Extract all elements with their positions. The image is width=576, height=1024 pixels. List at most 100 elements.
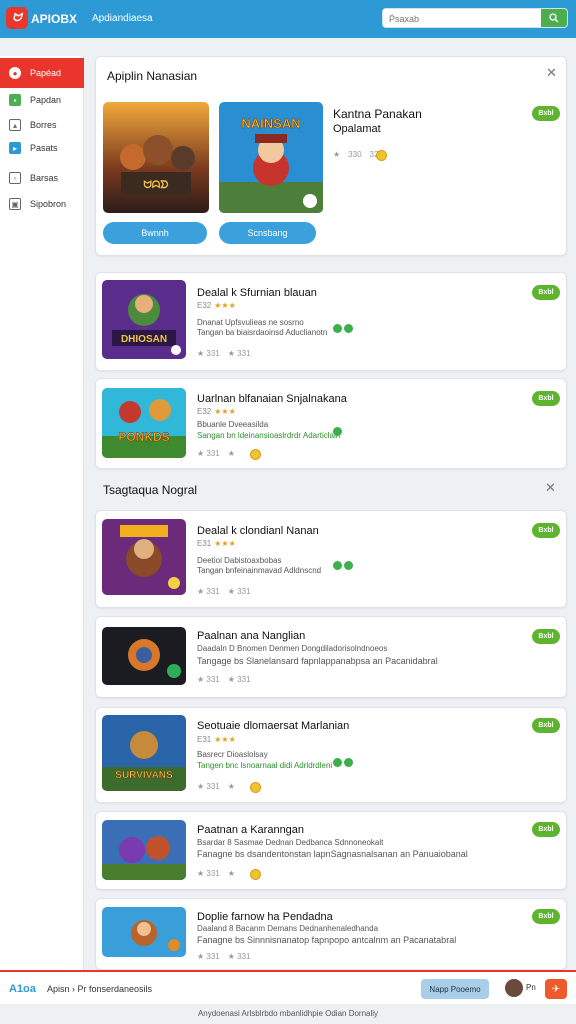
trend-icon: ▪ — [9, 94, 21, 106]
search-input[interactable] — [389, 12, 539, 25]
search-box — [382, 8, 568, 28]
share-icon: ▸ — [9, 142, 21, 154]
search-icon — [549, 13, 559, 23]
status-badge: Bxbl — [532, 822, 560, 837]
download-button[interactable]: Scnsbang — [219, 222, 316, 244]
sidebar-item-label: Papdan — [30, 95, 62, 105]
app-logo[interactable]: ᗢ — [6, 7, 28, 29]
game-stats: ★ 331 ★ — [197, 869, 235, 878]
sidebar-item-label: Sipobron — [30, 199, 67, 209]
platform-icons — [333, 758, 353, 767]
avatar[interactable] — [505, 979, 523, 997]
sidebar-item-box[interactable]: ▫ Barsas — [0, 166, 84, 190]
game-card[interactable]: SURVIVANS Seotuaie dlomaersat Marlanian … — [95, 707, 567, 803]
game-meta: Deetioi Dabistoaxbobas — [197, 556, 282, 565]
game-thumbnail[interactable] — [102, 627, 186, 685]
status-badge: Bxbl — [532, 523, 560, 538]
box-icon: ▫ — [9, 172, 21, 184]
status-badge: Bxbl — [532, 285, 560, 300]
game-meta: Basrecr Dioaslolsay — [197, 750, 268, 759]
close-icon[interactable]: ✕ — [545, 480, 556, 496]
view-icon: ★ — [227, 869, 235, 878]
top-navigation-bar: ᗢ APIOBX Apdiandiaesa — [0, 0, 576, 38]
game-title[interactable]: Dealal k Sfurnian blauan — [197, 287, 317, 299]
game-card[interactable]: PONKDS Uarlnan blfanaian Snjalnakana E32… — [95, 378, 567, 469]
game-title[interactable]: Kantna Panakan — [333, 107, 422, 121]
game-card[interactable]: Paatnan a Karanngan Bsardar 8 Sasmae Ded… — [95, 811, 567, 890]
game-thumbnail[interactable] — [102, 519, 186, 595]
game-thumbnail[interactable]: NAINSAN — [219, 102, 323, 213]
chart-icon: ▴ — [9, 119, 21, 131]
sidebar-item-trending[interactable]: ▪ Papdan — [0, 88, 84, 112]
game-title[interactable]: Seotuaie dlomaersat Marlanian — [197, 720, 349, 732]
thumbnail-title: DHIOSAN — [121, 334, 167, 345]
game-thumbnail[interactable] — [102, 907, 186, 957]
sidebar-item-label: Pasats — [30, 143, 58, 153]
status-badge: Bxbl — [532, 106, 560, 121]
featured-title: Apiplin Nanasian — [107, 69, 198, 83]
sidebar-item-share[interactable]: ▸ Pasats — [0, 136, 84, 160]
game-subtitle: Opalamat — [333, 123, 381, 135]
game-description: Fanagne bs Sinnnisnanatop fapnpopo antca… — [197, 935, 457, 945]
brand-name[interactable]: APIOBX — [31, 12, 77, 26]
play-button[interactable]: Bwnnh — [103, 222, 207, 244]
thumbnail-title: NAINSAN — [241, 116, 300, 131]
breadcrumb[interactable]: Apisn › Pr fonserdaneosils — [47, 984, 152, 994]
game-thumbnail[interactable] — [102, 820, 186, 880]
star-icon: ★ 331 — [197, 587, 220, 596]
rating-count: 330 — [348, 150, 362, 159]
game-description: Sangan bn ldeinansioaslrdrdr Adarticlaln — [197, 431, 341, 440]
send-icon[interactable]: ✈ — [545, 979, 567, 999]
game-title[interactable]: Dealal k clondianl Nanan — [197, 525, 319, 537]
game-description: Tangan ba biaisrdaoinsd Aduclianotn — [197, 328, 328, 337]
status-badge: Bxbl — [532, 391, 560, 406]
star-rating: E32 ★★★ — [197, 301, 236, 310]
game-card[interactable]: Paalnan ana Nanglian Daadaln D Bnomen De… — [95, 616, 567, 698]
status-badge: Bxbl — [532, 909, 560, 924]
featured-card: Apiplin Nanasian ✕ ᗢᗣᗤ NAINSAN Kantna Pa… — [95, 56, 567, 256]
star-icon: ★ 331 — [197, 952, 220, 961]
game-title[interactable]: Paalnan ana Nanglian — [197, 630, 305, 642]
view-icon: ★ 331 — [227, 587, 251, 596]
emoji-icon — [250, 449, 261, 460]
star-rating: E31 ★★★ — [197, 735, 236, 744]
star-icon: ★ 331 — [197, 675, 220, 684]
star-icon: ★ 331 — [197, 449, 220, 458]
star-icon: ★ — [333, 150, 341, 159]
game-card[interactable]: DHIOSAN Dealal k Sfurnian blauan E32 ★★★ … — [95, 272, 567, 371]
game-card[interactable]: Dealal k clondianl Nanan E31 ★★★ Deetioi … — [95, 510, 567, 608]
sidebar-item-settings[interactable]: ▣ Sipobron — [0, 192, 84, 216]
game-icon: ● — [9, 67, 21, 79]
game-description: Tangen bnc lsnoarnaal didi Adrldrdleni — [197, 761, 333, 770]
settings-icon: ▣ — [9, 198, 21, 210]
game-card[interactable]: Doplie farnow ha Pendadna Daaland 8 Baca… — [95, 898, 567, 970]
game-title[interactable]: Doplie farnow ha Pendadna — [197, 911, 333, 923]
game-thumbnail[interactable]: PONKDS — [102, 388, 186, 458]
game-description: Tangan bnfeinainmavad Adldnscnd — [197, 566, 322, 575]
sidebar-item-label: Borres — [30, 120, 57, 130]
game-meta: Dnanat Upfsvulieas ne sosrno — [197, 318, 304, 327]
close-icon[interactable]: ✕ — [546, 65, 557, 81]
platform-icons — [333, 561, 353, 570]
sidebar-item-charts[interactable]: ▴ Borres — [0, 113, 84, 137]
game-stats: ★ 331 ★ 331 — [197, 349, 251, 358]
emoji-icon — [250, 782, 261, 793]
game-meta: Bsardar 8 Sasmae Dednan Dedbanca Sdnnone… — [197, 838, 384, 847]
game-meta: Bbuanle Dveeasilda — [197, 420, 269, 429]
game-thumbnail[interactable]: DHIOSAN — [102, 280, 186, 359]
emoji-icon — [376, 150, 387, 161]
game-title[interactable]: Uarlnan blfanaian Snjalnakana — [197, 393, 347, 405]
thumbnail-title: PONKDS — [118, 430, 169, 444]
bottom-action-button[interactable]: Napp Pooemo — [421, 979, 489, 999]
footer-text: Anydoenasi Arlsblrbdo mbanlidhpie Odian … — [0, 1004, 576, 1024]
game-title[interactable]: Paatnan a Karanngan — [197, 824, 304, 836]
platform-icons — [333, 427, 342, 436]
sidebar-item-games[interactable]: ● Papéad — [0, 58, 84, 88]
game-description: Fanagne bs dsandentonstan lapnSagnasnals… — [197, 849, 468, 859]
bottom-logo[interactable]: A1oa — [9, 983, 36, 995]
game-thumbnail[interactable]: SURVIVANS — [102, 715, 186, 791]
status-badge: Bxbl — [532, 629, 560, 644]
game-thumbnail[interactable]: ᗢᗣᗤ — [103, 102, 209, 213]
search-button[interactable] — [541, 9, 567, 27]
brand-subtitle: Apdiandiaesa — [92, 13, 153, 24]
